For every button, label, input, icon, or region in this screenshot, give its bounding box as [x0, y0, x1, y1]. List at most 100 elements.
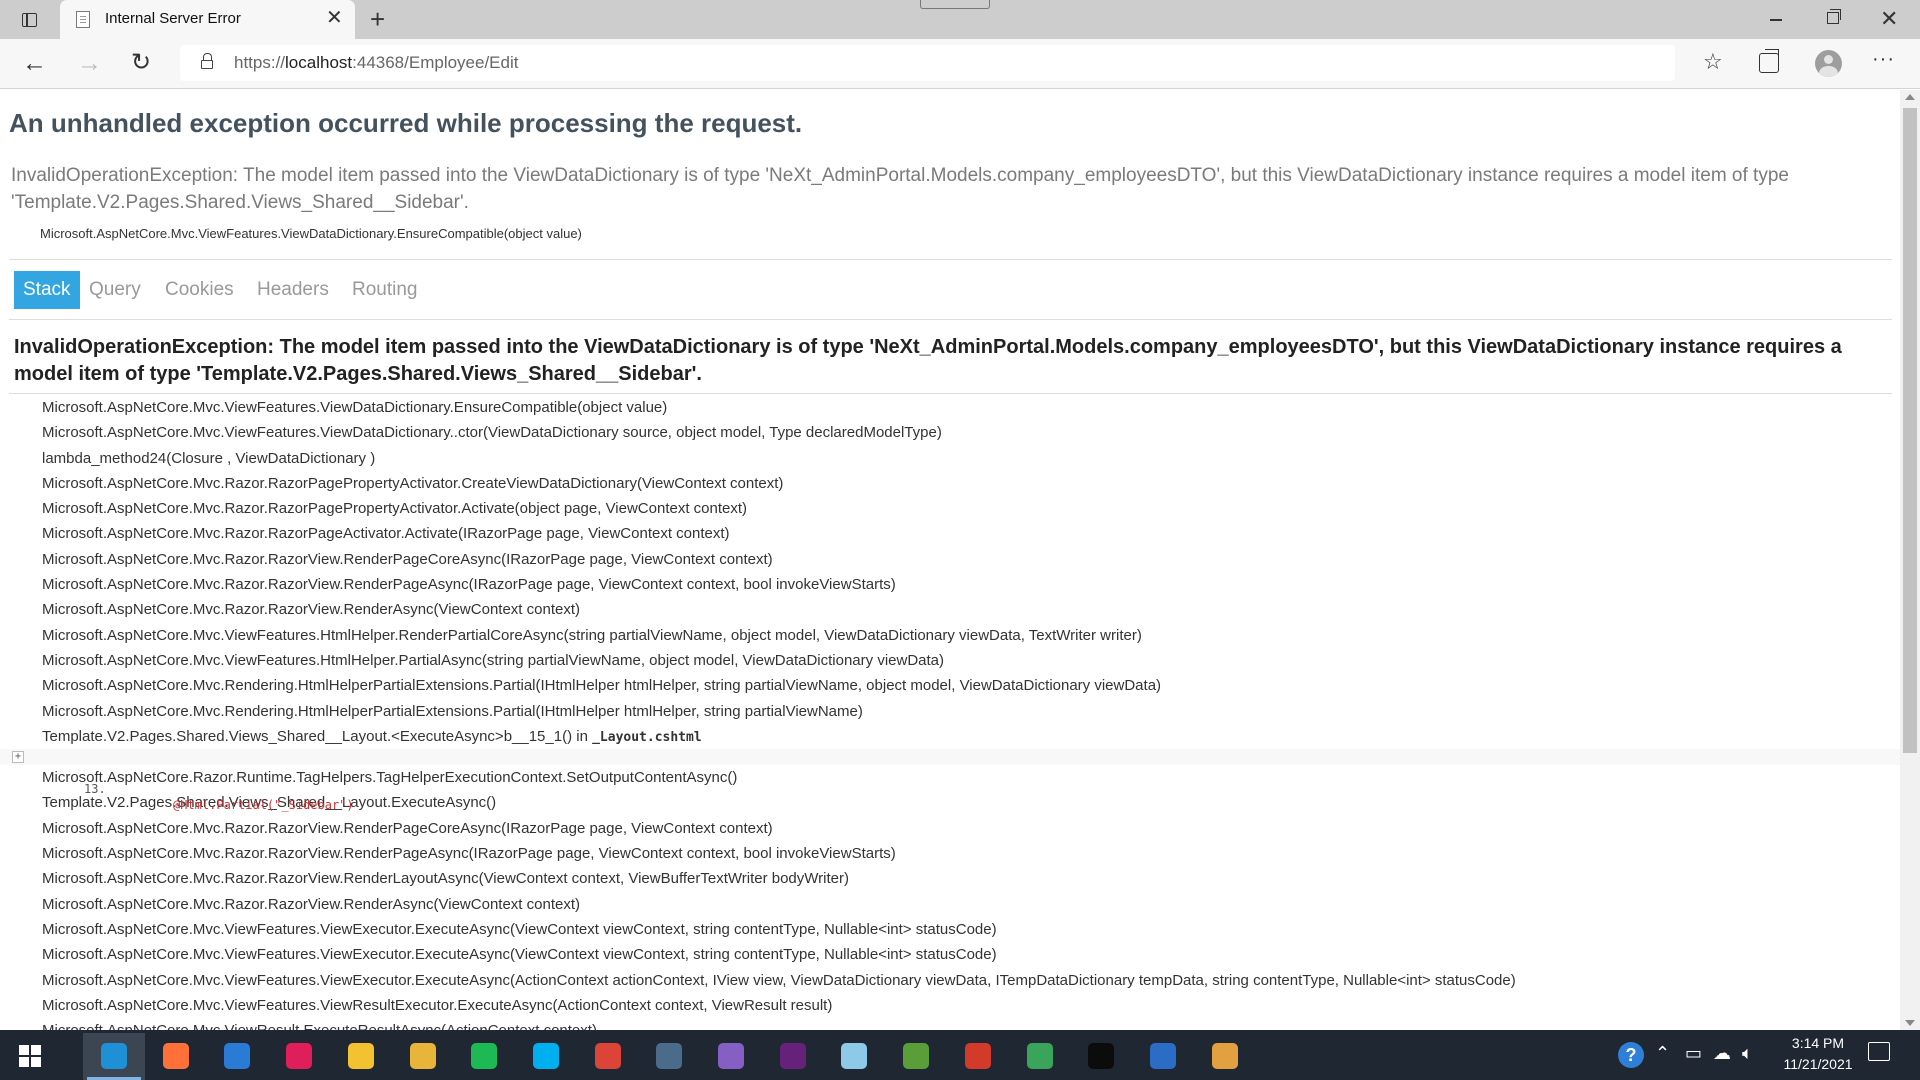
remote-app-icon — [964, 1043, 991, 1069]
url-text[interactable]: https://localhost:44368/Employee/Edit — [234, 53, 518, 73]
edge-app[interactable] — [83, 1033, 145, 1080]
exception-summary: InvalidOperationException: The model ite… — [11, 165, 1789, 213]
file-explorer-app-icon — [347, 1043, 374, 1069]
stack-frame[interactable]: Microsoft.AspNetCore.Mvc.ViewFeatures.Vi… — [0, 942, 1900, 967]
back-button[interactable]: ← — [22, 49, 47, 77]
notifications-icon[interactable] — [1868, 1042, 1890, 1061]
visual-studio-2-app-icon — [779, 1043, 806, 1069]
line-number: 13. — [84, 782, 106, 797]
slack-app[interactable] — [268, 1033, 330, 1080]
terminal-app[interactable] — [1070, 1033, 1132, 1080]
expand-source-button[interactable]: + — [12, 751, 24, 764]
exception-location: Microsoft.AspNetCore.Mvc.ViewFeatures.Vi… — [40, 226, 582, 241]
tab-headers[interactable]: Headers — [257, 271, 329, 309]
favorites-icon[interactable]: ☆ — [1703, 49, 1723, 75]
windows-logo-pane — [31, 1057, 41, 1067]
new-tab-button[interactable]: + — [370, 5, 385, 33]
onedrive-cloud-icon[interactable]: ☁ — [1713, 1043, 1731, 1064]
help-tray-icon[interactable]: ? — [1618, 1042, 1644, 1068]
paint-app[interactable] — [1194, 1033, 1256, 1080]
spreadsheet-app[interactable] — [885, 1033, 947, 1080]
stack-frame[interactable]: Microsoft.AspNetCore.Mvc.Rendering.HtmlH… — [0, 699, 1900, 724]
stack-frame[interactable]: Microsoft.AspNetCore.Mvc.Razor.RazorView… — [0, 866, 1900, 891]
stack-frame[interactable]: Microsoft.AspNetCore.Mvc.ViewFeatures.Vi… — [0, 968, 1900, 993]
profile-avatar[interactable] — [1815, 50, 1842, 77]
more-menu-icon[interactable]: ··· — [1872, 48, 1895, 71]
volume-icon[interactable]: 🔈︎ — [1742, 1043, 1753, 1064]
tab-stack[interactable]: Stack — [14, 271, 80, 309]
stack-frame[interactable]: Microsoft.AspNetCore.Mvc.ViewFeatures.Vi… — [0, 395, 1900, 420]
visual-studio-2-app[interactable] — [762, 1033, 824, 1080]
visual-studio-app[interactable] — [700, 1033, 762, 1080]
exception-title: InvalidOperationException: The model ite… — [14, 336, 1842, 385]
stack-frame[interactable]: Microsoft.AspNetCore.Mvc.Razor.RazorView… — [0, 816, 1900, 841]
tab-actions-button[interactable] — [18, 9, 40, 31]
scroll-up-arrow-icon[interactable] — [1905, 94, 1915, 100]
file-explorer-app[interactable] — [330, 1033, 392, 1080]
network-tool-app[interactable] — [638, 1033, 700, 1080]
browser-toolbar: ← → ↻ https://localhost:44368/Employee/E… — [0, 39, 1920, 89]
divider — [9, 319, 1892, 320]
battery-icon[interactable]: ▭ — [1685, 1043, 1702, 1064]
collections-icon[interactable] — [1759, 49, 1779, 73]
firefox-app[interactable] — [145, 1033, 207, 1080]
chrome-app[interactable] — [577, 1033, 639, 1080]
computer-app-icon — [1149, 1043, 1176, 1069]
spreadsheet-app-icon — [903, 1043, 930, 1069]
tab-routing[interactable]: Routing — [352, 271, 418, 309]
mail-app[interactable] — [206, 1033, 268, 1080]
url-path: :44368/Employee/Edit — [352, 53, 519, 72]
skype-app[interactable] — [515, 1033, 577, 1080]
stack-frame[interactable]: Microsoft.AspNetCore.Mvc.Razor.RazorPage… — [0, 496, 1900, 521]
page-scrollbar[interactable] — [1900, 90, 1920, 1030]
notepad-app[interactable] — [823, 1033, 885, 1080]
frame-method: Template.V2.Pages.Shared.Views_Shared__L… — [42, 727, 593, 745]
system-clock[interactable]: 3:14 PM 11/21/2021 — [1763, 1033, 1873, 1075]
browser-tab[interactable]: Internal Server Error ✕ — [60, 0, 355, 39]
source-code-line: + 13. @Html.Partial("_Sidebar") — [0, 749, 1900, 812]
code-text: @Html.Partial("_Sidebar") — [173, 798, 354, 813]
remote-app[interactable] — [947, 1033, 1009, 1080]
tab-query[interactable]: Query — [89, 271, 141, 309]
scroll-down-arrow-icon[interactable] — [1905, 1020, 1915, 1026]
stack-frame[interactable]: lambda_method24(Closure , ViewDataDictio… — [0, 446, 1900, 471]
vpn-app[interactable] — [1009, 1033, 1071, 1080]
stack-frame[interactable]: Microsoft.AspNetCore.Mvc.Rendering.HtmlH… — [0, 673, 1900, 698]
stack-frame[interactable]: Microsoft.AspNetCore.Mvc.Razor.RazorView… — [0, 841, 1900, 866]
skype-app-icon — [532, 1043, 559, 1069]
close-tab-icon[interactable]: ✕ — [326, 7, 343, 29]
spotify-app[interactable] — [453, 1033, 515, 1080]
stack-frame[interactable]: Microsoft.AspNetCore.Mvc.Razor.RazorView… — [0, 597, 1900, 622]
stack-frame[interactable]: Microsoft.AspNetCore.Razor.Runtime.TagHe… — [0, 765, 1900, 790]
stack-frame[interactable]: Microsoft.AspNetCore.Mvc.ViewFeatures.Vi… — [0, 420, 1900, 445]
refresh-button[interactable]: ↻ — [131, 49, 151, 77]
lock-icon[interactable] — [201, 53, 213, 69]
stack-frame[interactable]: Microsoft.AspNetCore.Mvc.ViewFeatures.Vi… — [0, 993, 1900, 1018]
outlook-folder-app[interactable] — [392, 1033, 454, 1080]
stack-frame[interactable]: Microsoft.AspNetCore.Mvc.Razor.RazorView… — [0, 547, 1900, 572]
scrollbar-thumb[interactable] — [1903, 108, 1917, 753]
stack-frame[interactable]: Microsoft.AspNetCore.Mvc.Razor.RazorPage… — [0, 521, 1900, 546]
start-button[interactable] — [19, 1045, 41, 1067]
stack-frame[interactable]: Microsoft.AspNetCore.Mvc.ViewFeatures.Ht… — [0, 648, 1900, 673]
forward-button[interactable]: → — [77, 49, 102, 77]
stack-frame-source[interactable]: Template.V2.Pages.Shared.Views_Shared__L… — [0, 724, 1900, 749]
address-bar[interactable]: https://localhost:44368/Employee/Edit ☆ — [180, 45, 1835, 81]
page-favicon-icon — [76, 11, 90, 28]
stack-frame[interactable]: Microsoft.AspNetCore.Mvc.ViewResult.Exec… — [0, 1018, 1900, 1030]
page-title: An unhandled exception occurred while pr… — [9, 108, 803, 138]
restore-window-button[interactable] — [1827, 9, 1841, 24]
show-hidden-icons-icon[interactable]: ⌃ — [1655, 1043, 1670, 1064]
window-drag-handle[interactable] — [920, 0, 990, 9]
windows-logo-pane — [31, 1045, 41, 1055]
stack-frame[interactable]: Microsoft.AspNetCore.Mvc.ViewFeatures.Vi… — [0, 917, 1900, 942]
stack-frame[interactable]: Microsoft.AspNetCore.Mvc.Razor.RazorView… — [0, 572, 1900, 597]
minimize-window-button[interactable] — [1770, 19, 1782, 21]
stack-frame[interactable]: Microsoft.AspNetCore.Mvc.Razor.RazorView… — [0, 892, 1900, 917]
stack-frame[interactable]: Microsoft.AspNetCore.Mvc.Razor.RazorPage… — [0, 471, 1900, 496]
computer-app[interactable] — [1132, 1033, 1194, 1080]
close-window-button[interactable]: ✕ — [1880, 6, 1898, 32]
tab-cookies[interactable]: Cookies — [165, 271, 234, 309]
slack-app-icon — [286, 1043, 313, 1069]
stack-frame[interactable]: Microsoft.AspNetCore.Mvc.ViewFeatures.Ht… — [0, 623, 1900, 648]
